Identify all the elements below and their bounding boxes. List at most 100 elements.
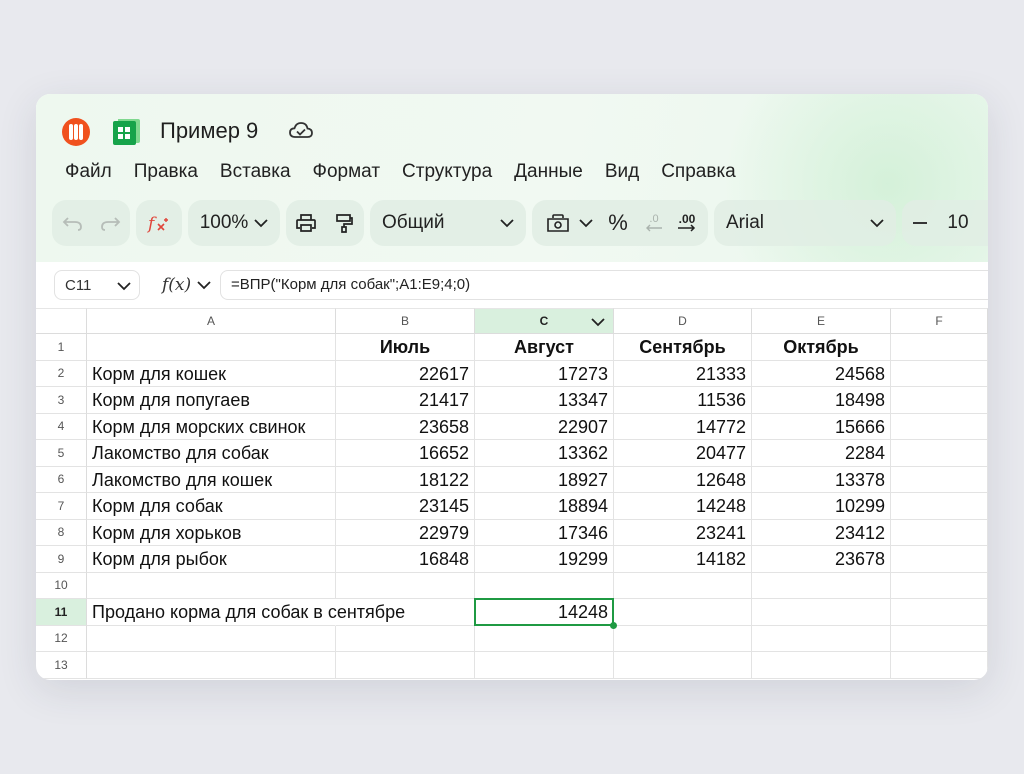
cell-d2[interactable]: 21333 — [614, 360, 752, 387]
row-header-11[interactable]: 11 — [36, 599, 87, 626]
cell-d1[interactable]: Сентябрь — [614, 334, 752, 361]
cell-e2[interactable]: 24568 — [752, 360, 891, 387]
cell-e4[interactable]: 15666 — [752, 413, 891, 440]
cell-d13[interactable] — [614, 652, 752, 679]
cell-e11[interactable] — [752, 599, 891, 626]
cell-c11[interactable]: 14248 — [475, 599, 614, 626]
cell-e10[interactable] — [752, 572, 891, 599]
cell-a6[interactable]: Лакомство для кошек — [87, 466, 336, 493]
cell-a5[interactable]: Лакомство для собак — [87, 440, 336, 467]
cell-f7[interactable] — [891, 493, 988, 520]
cell-f2[interactable] — [891, 360, 988, 387]
format-painter-button[interactable] — [326, 200, 362, 246]
select-all-corner[interactable] — [36, 308, 87, 334]
cell-c6[interactable]: 18927 — [475, 466, 614, 493]
fill-handle[interactable] — [610, 621, 617, 629]
cell-c3[interactable]: 13347 — [475, 387, 614, 414]
redo-button[interactable] — [92, 200, 128, 246]
cell-a8[interactable]: Корм для хорьков — [87, 519, 336, 546]
cell-e12[interactable] — [752, 625, 891, 652]
cell-a7[interactable]: Корм для собак — [87, 493, 336, 520]
cell-c13[interactable] — [475, 652, 614, 679]
zoom-select[interactable]: 100% — [188, 200, 280, 246]
cell-d6[interactable]: 12648 — [614, 466, 752, 493]
currency-dropdown[interactable] — [578, 200, 594, 246]
row-header-7[interactable]: 7 — [36, 493, 87, 520]
cell-b2[interactable]: 22617 — [336, 360, 475, 387]
tables-app-icon[interactable] — [110, 116, 142, 148]
column-header-c[interactable]: C — [475, 308, 614, 334]
cell-e8[interactable]: 23412 — [752, 519, 891, 546]
cell-f3[interactable] — [891, 387, 988, 414]
row-header-2[interactable]: 2 — [36, 360, 87, 387]
cell-f11[interactable] — [891, 599, 988, 626]
cell-b7[interactable]: 23145 — [336, 493, 475, 520]
menu-help[interactable]: Справка — [661, 160, 736, 184]
column-header-f[interactable]: F — [891, 308, 988, 334]
font-size-increase-button[interactable] — [978, 200, 988, 246]
cell-a11[interactable]: Продано корма для собак в сентябре — [87, 599, 405, 626]
row-header-8[interactable]: 8 — [36, 519, 87, 546]
function-menu-button[interactable]: f(x) — [162, 272, 211, 298]
cell-f6[interactable] — [891, 466, 988, 493]
print-button[interactable] — [286, 200, 326, 246]
row-header-3[interactable]: 3 — [36, 387, 87, 414]
cell-d9[interactable]: 14182 — [614, 546, 752, 573]
cell-b11[interactable] — [336, 599, 475, 626]
row-header-5[interactable]: 5 — [36, 440, 87, 467]
row-header-12[interactable]: 12 — [36, 625, 87, 652]
cell-a12[interactable] — [87, 625, 336, 652]
cell-b8[interactable]: 22979 — [336, 519, 475, 546]
cell-a3[interactable]: Корм для попугаев — [87, 387, 336, 414]
cell-a2[interactable]: Корм для кошек — [87, 360, 336, 387]
cloud-saved-icon[interactable] — [288, 120, 314, 142]
cell-d10[interactable] — [614, 572, 752, 599]
menu-structure[interactable]: Структура — [402, 160, 492, 184]
cell-b1[interactable]: Июль — [336, 334, 475, 361]
cell-f10[interactable] — [891, 572, 988, 599]
cell-e6[interactable]: 13378 — [752, 466, 891, 493]
cell-f1[interactable] — [891, 334, 988, 361]
cell-b13[interactable] — [336, 652, 475, 679]
cell-c7[interactable]: 18894 — [475, 493, 614, 520]
row-header-10[interactable]: 10 — [36, 572, 87, 599]
cell-e1[interactable]: Октябрь — [752, 334, 891, 361]
cell-c12[interactable] — [475, 625, 614, 652]
cell-c5[interactable]: 13362 — [475, 440, 614, 467]
cell-e3[interactable]: 18498 — [752, 387, 891, 414]
cell-a4[interactable]: Корм для морских свинок — [87, 413, 336, 440]
cell-d8[interactable]: 23241 — [614, 519, 752, 546]
cell-a1[interactable] — [87, 334, 336, 361]
percent-button[interactable]: % — [598, 200, 638, 246]
cell-f9[interactable] — [891, 546, 988, 573]
menu-view[interactable]: Вид — [605, 160, 639, 184]
cell-e9[interactable]: 23678 — [752, 546, 891, 573]
cell-f5[interactable] — [891, 440, 988, 467]
cell-e13[interactable] — [752, 652, 891, 679]
cell-a13[interactable] — [87, 652, 336, 679]
row-header-6[interactable]: 6 — [36, 466, 87, 493]
document-title[interactable]: Пример 9 — [160, 116, 258, 146]
cell-d5[interactable]: 20477 — [614, 440, 752, 467]
column-header-a[interactable]: A — [87, 308, 336, 334]
undo-button[interactable] — [54, 200, 92, 246]
row-header-13[interactable]: 13 — [36, 652, 87, 679]
cell-c8[interactable]: 17346 — [475, 519, 614, 546]
chevron-down-icon[interactable] — [591, 318, 605, 327]
cell-e7[interactable]: 10299 — [752, 493, 891, 520]
decrease-decimals-button[interactable]: .0 — [638, 200, 670, 246]
cell-b12[interactable] — [336, 625, 475, 652]
cell-f8[interactable] — [891, 519, 988, 546]
cell-b3[interactable]: 21417 — [336, 387, 475, 414]
cell-b4[interactable]: 23658 — [336, 413, 475, 440]
menu-insert[interactable]: Вставка — [220, 160, 291, 184]
column-header-b[interactable]: B — [336, 308, 475, 334]
increase-decimals-button[interactable]: .00 — [670, 200, 704, 246]
cell-f13[interactable] — [891, 652, 988, 679]
menu-format[interactable]: Формат — [313, 160, 381, 184]
cell-b5[interactable]: 16652 — [336, 440, 475, 467]
cell-d11[interactable] — [614, 599, 752, 626]
cell-f12[interactable] — [891, 625, 988, 652]
cell-d7[interactable]: 14248 — [614, 493, 752, 520]
column-header-e[interactable]: E — [752, 308, 891, 334]
